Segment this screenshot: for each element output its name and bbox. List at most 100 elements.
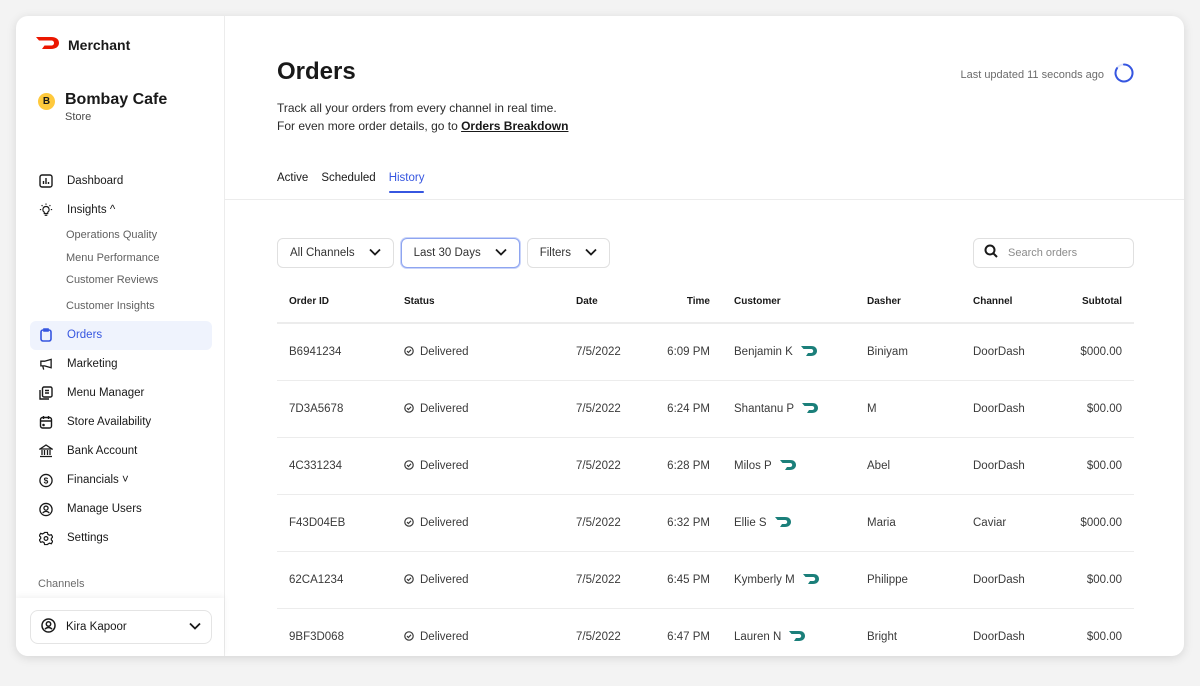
- brand[interactable]: Merchant: [36, 36, 130, 54]
- dasher-name: M: [855, 380, 961, 438]
- sidebar-subitem-operations-quality[interactable]: Operations Quality: [30, 224, 212, 247]
- order-subtotal: $00.00: [1047, 437, 1134, 495]
- search-icon: [984, 244, 998, 263]
- sidebar-subitem-customer-insights[interactable]: Customer Insights: [30, 292, 212, 321]
- column-header-time[interactable]: Time: [644, 281, 722, 324]
- page-title: Orders: [277, 58, 356, 85]
- sidebar-item-label: Bank Account: [67, 445, 138, 457]
- order-tabs: Active Scheduled History: [277, 172, 424, 193]
- user-icon: [39, 502, 53, 516]
- store-name: Bombay Cafe: [65, 91, 168, 108]
- lightbulb-icon: [39, 202, 53, 217]
- sidebar-item-marketing[interactable]: Marketing: [30, 350, 212, 379]
- calendar-icon: [39, 415, 53, 429]
- sidebar-item-label: Manage Users: [67, 503, 142, 515]
- order-channel: DoorDash: [961, 608, 1047, 656]
- order-id: 62CA1234: [277, 551, 392, 609]
- tab-history[interactable]: History: [388, 172, 424, 193]
- chevron-down-icon: [495, 247, 507, 259]
- customer-name: Ellie S: [734, 517, 767, 529]
- order-id: 4C331234: [277, 437, 392, 495]
- sidebar-item-menu-manager[interactable]: Menu Manager: [30, 379, 212, 408]
- column-header-channel[interactable]: Channel: [961, 281, 1047, 324]
- svg-text:$: $: [44, 475, 49, 485]
- sidebar-item-financials[interactable]: $ Financials ˅: [30, 466, 212, 495]
- app-window: Merchant B Bombay Cafe Store Dashboard I…: [16, 16, 1184, 656]
- refresh-spinner-icon[interactable]: [1114, 63, 1134, 86]
- table-row[interactable]: 9BF3D068 Delivered 7/5/2022 6:47 PM Laur…: [277, 608, 1134, 656]
- order-channel: DoorDash: [961, 551, 1047, 609]
- dasher-name: Maria: [855, 494, 961, 552]
- status-cell: Delivered: [392, 323, 564, 381]
- megaphone-icon: [39, 357, 53, 371]
- sidebar-subitem-customer-reviews[interactable]: Customer Reviews: [30, 269, 212, 292]
- tab-active[interactable]: Active: [277, 172, 308, 193]
- order-time: 6:45 PM: [644, 551, 722, 609]
- last-updated: Last updated 11 seconds ago: [960, 63, 1134, 86]
- channels-dropdown-label: All Channels: [290, 247, 355, 259]
- column-header-customer[interactable]: Customer: [722, 281, 855, 324]
- filters-dropdown-label: Filters: [539, 247, 572, 259]
- search-box: [973, 238, 1134, 268]
- customer-cell: Lauren N: [722, 608, 855, 656]
- date-range-dropdown[interactable]: Last 30 Days: [400, 238, 520, 268]
- table-row[interactable]: B6941234 Delivered 7/5/2022 6:09 PM Benj…: [277, 323, 1134, 381]
- order-time: 6:09 PM: [644, 323, 722, 381]
- status-text: Delivered: [420, 346, 469, 358]
- order-date: 7/5/2022: [564, 437, 644, 495]
- dashpass-icon: [800, 345, 818, 359]
- check-circle-icon: [404, 630, 414, 644]
- user-menu-button[interactable]: Kira Kapoor: [30, 610, 212, 644]
- store-switcher[interactable]: B Bombay Cafe Store: [38, 91, 167, 123]
- search-input[interactable]: [1008, 247, 1118, 259]
- column-header-date[interactable]: Date: [564, 281, 644, 324]
- filters-dropdown[interactable]: Filters: [526, 238, 611, 268]
- table-row[interactable]: 7D3A5678 Delivered 7/5/2022 6:24 PM Shan…: [277, 380, 1134, 438]
- table-row[interactable]: F43D04EB Delivered 7/5/2022 6:32 PM Elli…: [277, 494, 1134, 552]
- doordash-logo-icon: [36, 36, 60, 54]
- sidebar-item-bank-account[interactable]: Bank Account: [30, 437, 212, 466]
- column-header-dasher[interactable]: Dasher: [855, 281, 961, 324]
- sidebar-subitem-menu-performance[interactable]: Menu Performance: [30, 247, 212, 270]
- tab-scheduled[interactable]: Scheduled: [321, 172, 375, 193]
- sidebar-item-orders[interactable]: Orders: [30, 320, 212, 350]
- orders-breakdown-link[interactable]: Orders Breakdown: [461, 119, 568, 133]
- status-text: Delivered: [420, 631, 469, 643]
- order-channel: Caviar: [961, 494, 1047, 552]
- subtitle-text: For even more order details, go to: [277, 119, 462, 133]
- tabs-divider: [225, 199, 1184, 200]
- order-date: 7/5/2022: [564, 323, 644, 381]
- sidebar-item-insights[interactable]: Insights ^: [30, 195, 212, 224]
- sidebar-item-settings[interactable]: Settings: [30, 524, 212, 553]
- brand-name: Merchant: [68, 37, 131, 53]
- orders-table: Order ID Status Date Time Customer Dashe…: [277, 281, 1134, 656]
- order-time: 6:47 PM: [644, 608, 722, 656]
- table-row[interactable]: 4C331234 Delivered 7/5/2022 6:28 PM Milo…: [277, 437, 1134, 495]
- customer-cell: Milos P: [722, 437, 855, 495]
- sidebar-item-store-availability[interactable]: Store Availability: [30, 408, 212, 437]
- check-circle-icon: [404, 516, 414, 530]
- status-cell: Delivered: [392, 551, 564, 609]
- sidebar-item-dashboard[interactable]: Dashboard: [30, 166, 212, 195]
- menu-icon: [39, 386, 53, 400]
- order-id: 7D3A5678: [277, 380, 392, 438]
- user-icon: [41, 618, 56, 636]
- gear-icon: [39, 531, 53, 545]
- channels-dropdown[interactable]: All Channels: [277, 238, 394, 268]
- page-subtitle: Track all your orders from every channel…: [277, 99, 568, 135]
- column-header-order-id[interactable]: Order ID: [277, 281, 392, 324]
- order-channel: DoorDash: [961, 437, 1047, 495]
- table-row[interactable]: 62CA1234 Delivered 7/5/2022 6:45 PM Kymb…: [277, 551, 1134, 609]
- dasher-name: Abel: [855, 437, 961, 495]
- status-text: Delivered: [420, 403, 469, 415]
- last-updated-text: Last updated 11 seconds ago: [960, 68, 1104, 81]
- column-header-status[interactable]: Status: [392, 281, 564, 324]
- chevron-down-icon: [368, 247, 381, 259]
- column-header-subtotal[interactable]: Subtotal: [1047, 281, 1134, 324]
- status-cell: Delivered: [392, 494, 564, 552]
- sidebar-item-manage-users[interactable]: Manage Users: [30, 495, 212, 524]
- dasher-name: Biniyam: [855, 323, 961, 381]
- main-content: Orders Track all your orders from every …: [225, 16, 1184, 656]
- chevron-down-icon: [189, 621, 201, 633]
- user-area: Kira Kapoor: [16, 598, 224, 656]
